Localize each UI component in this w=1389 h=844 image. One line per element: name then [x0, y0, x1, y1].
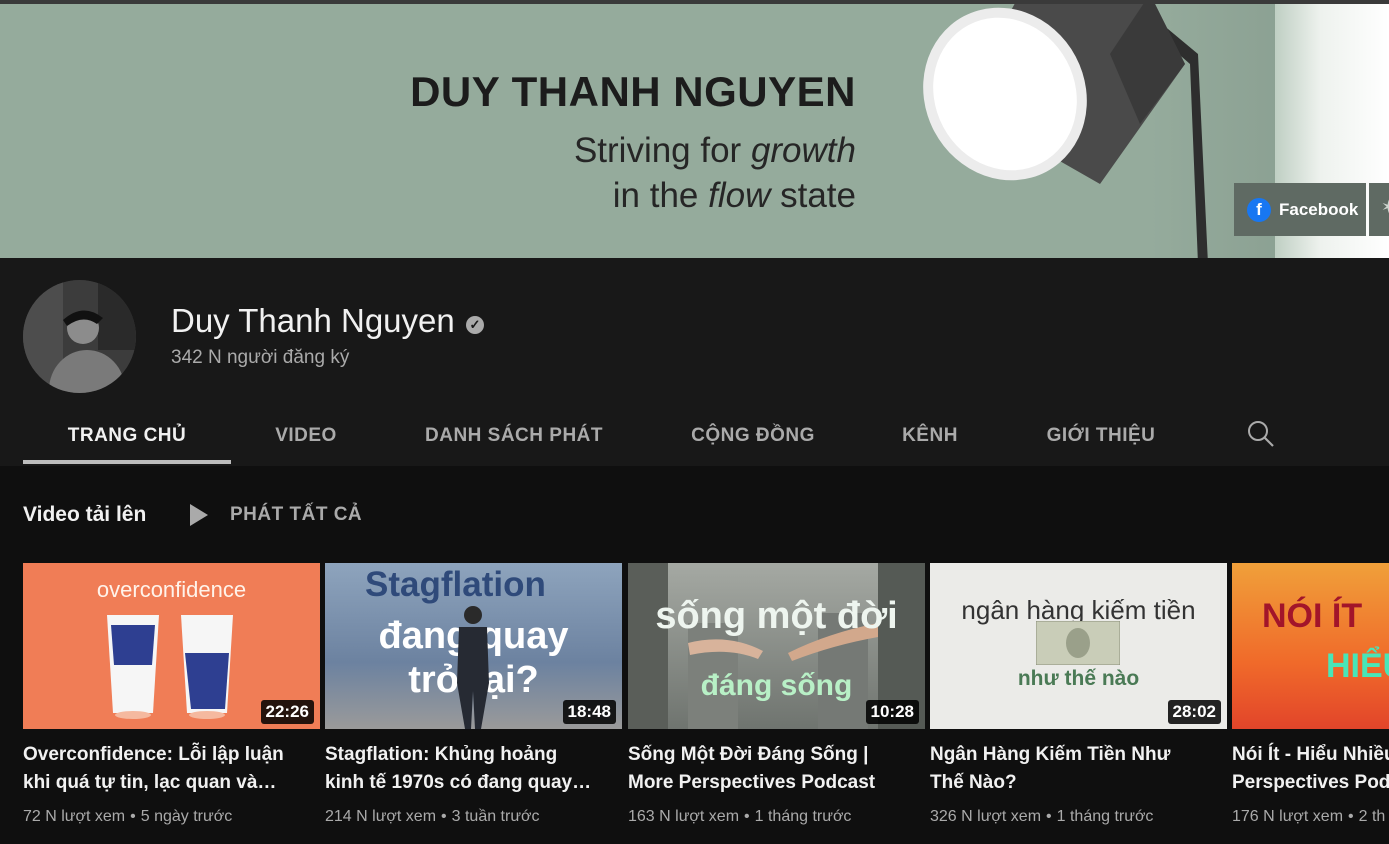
lamp-illustration [923, 4, 1208, 258]
video-meta: 326 N lượt xem • 1 tháng trước [930, 808, 1154, 825]
video-title-line: Stagflation: Khủng hoảng [325, 744, 558, 765]
other-link[interactable]: ✶ [1369, 183, 1389, 236]
video-meta: 163 N lượt xem • 1 tháng trước [628, 808, 852, 825]
video-meta: 72 N lượt xem • 5 ngày trước [23, 808, 233, 825]
video-title[interactable]: Sống Một Đời Đáng Sống | More Perspectiv… [628, 741, 925, 797]
video-title-line: kinh tế 1970s có đang quay… [325, 772, 592, 793]
video-title[interactable]: Nói Ít - Hiểu Nhiều Perspectives Podcast [1232, 741, 1389, 797]
video-card[interactable]: sống một đời đáng sống 10:28 Sống Một Đờ… [628, 563, 925, 826]
tab-channels[interactable]: KÊNH [878, 408, 982, 464]
channel-tabs: TRANG CHỦ VIDEO DANH SÁCH PHÁT CỘNG ĐỒNG… [0, 408, 1389, 466]
upload-age: 1 tháng trước [754, 808, 852, 825]
active-tab-indicator [23, 460, 231, 464]
video-thumbnail[interactable]: overconfidence 22:26 [23, 563, 320, 729]
thumbnail-text: đáng sống [700, 669, 853, 702]
video-card[interactable]: ngân hàng kiếm tiền như thế nào 28:02 Ng… [930, 563, 1227, 826]
video-card[interactable]: NÓI ÍT HIỂU Nói Ít - Hiểu Nhiều Perspect… [1232, 563, 1389, 826]
video-thumbnail[interactable]: Stagflation đang quay trở lại? 18:48 [325, 563, 622, 729]
view-count: 163 N lượt xem [628, 808, 740, 825]
tab-community[interactable]: CỘNG ĐỒNG [668, 408, 838, 464]
man-figure [457, 606, 489, 729]
video-title-line: More Perspectives Podcast [628, 772, 876, 793]
video-title-line: Thế Nào? [930, 772, 1017, 793]
video-meta: 214 N lượt xem • 3 tuần trước [325, 808, 540, 825]
thumbnail-text: Stagflation [365, 565, 546, 604]
video-duration: 18:48 [562, 700, 616, 724]
avatar[interactable] [23, 280, 136, 393]
thumbnail-text: như thế nào [1017, 667, 1140, 690]
video-card[interactable]: Stagflation đang quay trở lại? 18:48 Sta… [325, 563, 622, 826]
banner-title: DUY THANH NGUYEN [410, 68, 856, 115]
glasses-illustration [107, 615, 233, 719]
video-title-line: Nói Ít - Hiểu Nhiều [1232, 744, 1389, 765]
video-title-line: khi quá tự tin, lạc quan và… [23, 772, 277, 793]
banknote-illustration [1036, 621, 1120, 665]
video-title-line: Overconfidence: Lỗi lập luận [23, 744, 284, 765]
video-title[interactable]: Ngân Hàng Kiếm Tiền Như Thế Nào? [930, 741, 1227, 797]
avatar-photo [23, 280, 136, 393]
video-thumbnail[interactable]: ngân hàng kiếm tiền như thế nào 28:02 [930, 563, 1227, 729]
facebook-link[interactable]: f Facebook [1234, 183, 1366, 236]
video-thumbnail[interactable]: sống một đời đáng sống 10:28 [628, 563, 925, 729]
thumbnail-text: sống một đời [655, 595, 898, 637]
video-thumbnail[interactable]: NÓI ÍT HIỂU [1232, 563, 1389, 729]
view-count: 72 N lượt xem [23, 808, 126, 825]
banner-tagline: Striving for growth in the flow state [573, 131, 856, 215]
link-icon: ✶ [1381, 197, 1389, 217]
video-title[interactable]: Overconfidence: Lỗi lập luận khi quá tự … [23, 741, 320, 797]
upload-age: 5 ngày trước [140, 808, 233, 825]
view-count: 326 N lượt xem [930, 808, 1042, 825]
video-title-line: Ngân Hàng Kiếm Tiền Như [930, 744, 1171, 765]
thumbnail-text: HIỂU [1326, 647, 1389, 685]
tab-about[interactable]: GIỚI THIỆU [1022, 408, 1180, 464]
tab-videos[interactable]: VIDEO [250, 408, 362, 464]
tab-playlists[interactable]: DANH SÁCH PHÁT [400, 408, 628, 464]
play-all-label: PHÁT TẤT CẢ [230, 504, 363, 525]
video-title-line: Sống Một Đời Đáng Sống | [628, 744, 869, 765]
view-count: 214 N lượt xem [325, 808, 437, 825]
video-duration: 22:26 [260, 700, 314, 724]
channel-header: Duy Thanh Nguyen ✓ 342 N người đăng ký T… [0, 258, 1389, 466]
tab-home[interactable]: TRANG CHỦ [23, 408, 231, 464]
thumbnail-text: overconfidence [96, 577, 247, 602]
video-meta: 176 N lượt xem • 2 th [1232, 808, 1386, 825]
view-count: 176 N lượt xem [1232, 808, 1344, 825]
subscriber-count: 342 N người đăng ký [171, 347, 350, 368]
upload-age: 3 tuần trước [451, 808, 540, 825]
facebook-icon: f [1247, 197, 1271, 222]
channel-name[interactable]: Duy Thanh Nguyen [171, 302, 455, 340]
upload-age: 2 th [1358, 808, 1386, 825]
search-icon[interactable] [1246, 419, 1276, 449]
section-title[interactable]: Video tải lên [23, 503, 146, 527]
upload-age: 1 tháng trước [1056, 808, 1154, 825]
play-icon [190, 504, 208, 526]
play-all-button[interactable]: PHÁT TẤT CẢ [186, 500, 362, 530]
video-duration: 28:02 [1167, 700, 1221, 724]
channel-banner: DUY THANH NGUYEN Striving for growth in … [0, 4, 1389, 258]
video-card[interactable]: overconfidence 22:26 Overconfidence: Lỗi… [23, 563, 320, 826]
facebook-link-label: Facebook [1279, 199, 1359, 219]
verified-check-icon: ✓ [466, 316, 484, 334]
video-title-line: Perspectives Podcast [1232, 772, 1389, 793]
video-title[interactable]: Stagflation: Khủng hoảng kinh tế 1970s c… [325, 741, 622, 797]
thumbnail-text: NÓI ÍT [1262, 597, 1363, 635]
video-duration: 10:28 [865, 700, 919, 724]
